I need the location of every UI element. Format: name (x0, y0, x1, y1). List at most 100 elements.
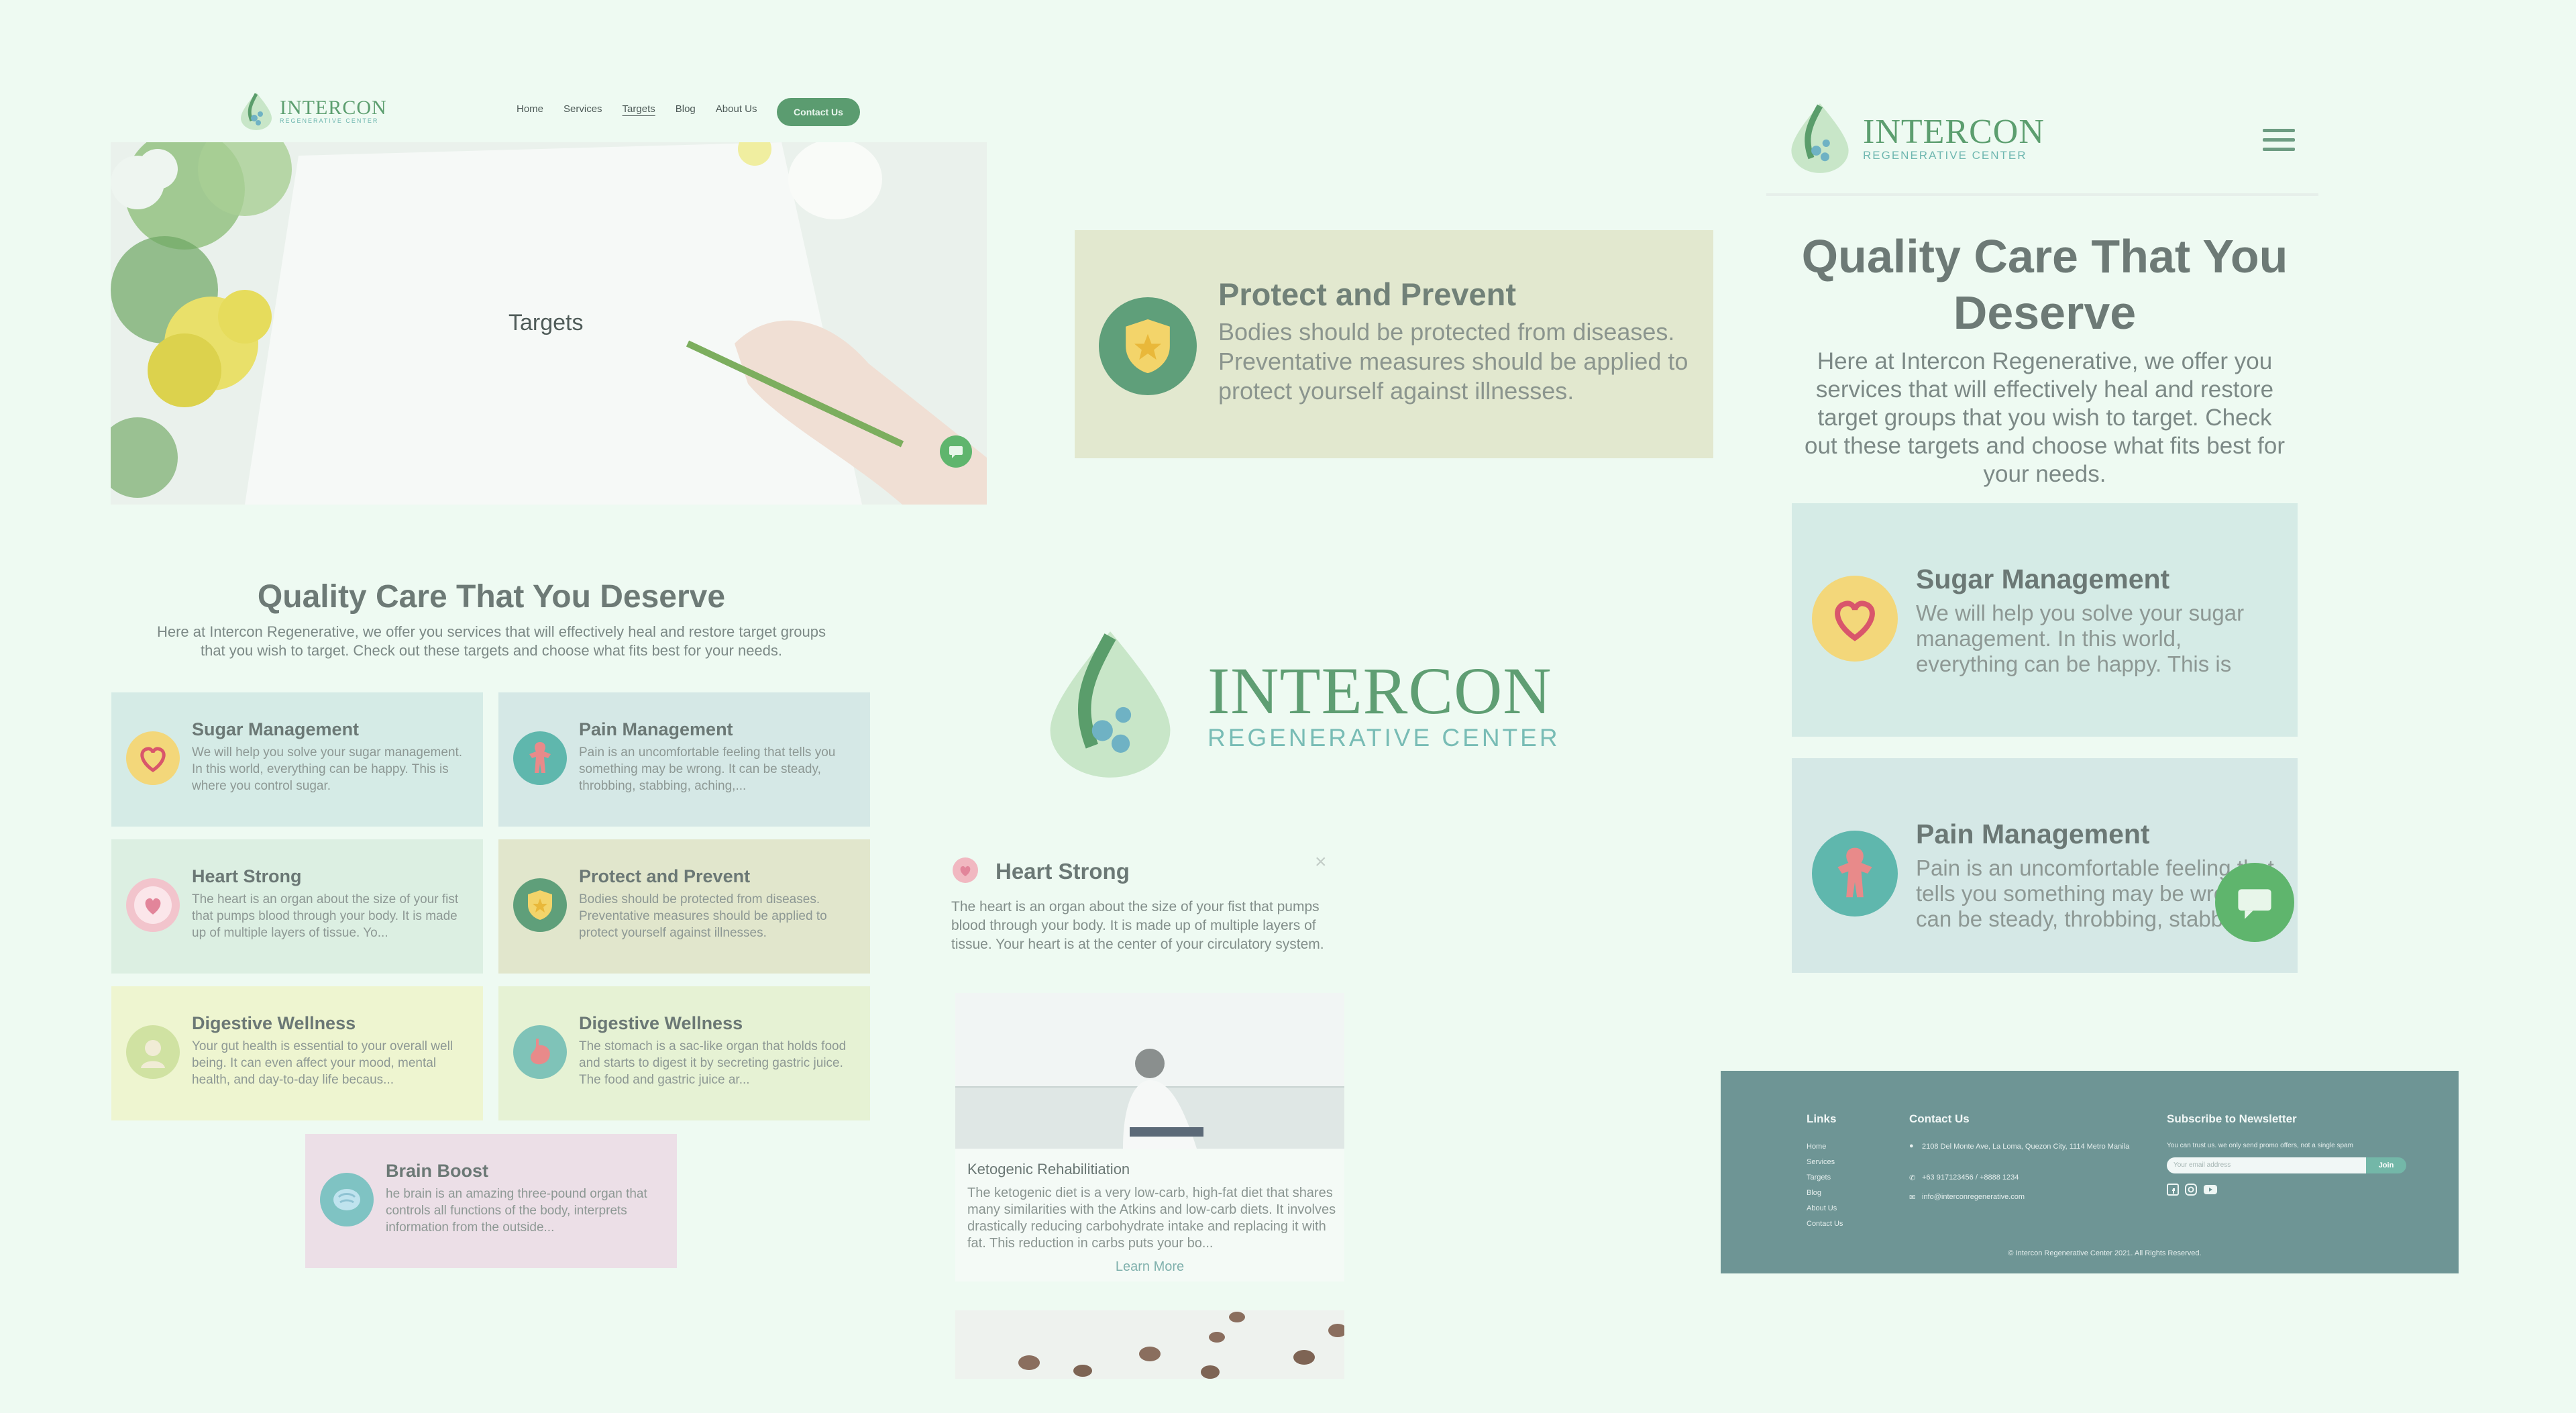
card-title: Pain Management (579, 719, 733, 739)
card-title: Digestive Wellness (579, 1013, 743, 1033)
sugar-heart-icon (126, 731, 180, 785)
mobile-card-sugar-management[interactable]: Sugar Management We will help you solve … (1792, 503, 2298, 737)
card-heart-strong[interactable]: Heart Strong The heart is an organ about… (111, 839, 483, 974)
intercon-drop-icon (241, 93, 272, 130)
card-pain-management[interactable]: Pain Management Pain is an uncomfortable… (498, 692, 870, 827)
mobile-header: INTERCON REGENERATIVE CENTER (1766, 87, 2318, 196)
hero-title: Targets (508, 310, 584, 335)
brain-icon (320, 1173, 374, 1226)
footer-address: 2108 Del Monte Ave, La Loma, Quezon City… (1922, 1143, 2130, 1151)
card-title: Sugar Management (192, 719, 360, 739)
chat-icon (949, 446, 963, 458)
card-description: Pain is an uncomfortable feeling that te… (579, 745, 836, 793)
section-subheading: Here at Intercon Regenerative, we offer … (156, 623, 826, 659)
email-icon: ✉ (1909, 1194, 1916, 1202)
card-digestive-wellness-gut[interactable]: Digestive Wellness Your gut health is es… (111, 986, 483, 1120)
intercon-logo-large: INTERCON REGENERATIVE CENTER (1040, 624, 1560, 785)
chat-button[interactable] (2215, 863, 2294, 942)
footer-link-contact[interactable]: Contact Us (1807, 1216, 1843, 1232)
instagram-icon[interactable] (2185, 1184, 2197, 1196)
mobile-heading: Quality Care That You Deserve (1801, 230, 2288, 339)
logo-name: INTERCON (1208, 653, 1552, 728)
card-brain-boost[interactable]: Brain Boost he brain is an amazing three… (305, 1134, 677, 1268)
shield-icon (1099, 297, 1197, 395)
footer-email[interactable]: info@interconregenerative.com (1922, 1193, 2025, 1201)
heart-icon (953, 857, 978, 883)
mobile-logo[interactable]: INTERCON REGENERATIVE CENTER (1786, 101, 2045, 176)
body-pain-icon (513, 731, 567, 785)
youtube-icon[interactable] (2203, 1184, 2218, 1196)
footer-links-title: Links (1807, 1112, 1837, 1125)
feature-card-protect-prevent[interactable]: Protect and Prevent Bodies should be pro… (1075, 230, 1713, 458)
card-title: Sugar Management (1916, 564, 2170, 594)
card-description: he brain is an amazing three-pound organ… (386, 1187, 647, 1235)
desktop-nav-links: Home Services Targets Blog About Us (517, 103, 777, 115)
card-title: Protect and Prevent (579, 866, 751, 886)
footer-link-targets[interactable]: Targets (1807, 1170, 1843, 1186)
heart-strong-modal: Heart Strong × The heart is an organ abo… (946, 845, 1348, 1382)
article-image-coffee-beans (955, 1310, 1344, 1379)
nav-about[interactable]: About Us (716, 103, 757, 115)
chat-icon (2238, 889, 2271, 919)
nav-services[interactable]: Services (564, 103, 602, 115)
mobile-view: INTERCON REGENERATIVE CENTER Quality Car… (1766, 87, 2318, 973)
phone-icon: ✆ (1909, 1174, 1916, 1182)
footer-contact-title: Contact Us (1909, 1112, 1970, 1125)
card-title: Digestive Wellness (192, 1013, 356, 1033)
learn-more-link[interactable]: Learn More (955, 1259, 1344, 1275)
close-icon[interactable]: × (1315, 851, 1327, 874)
footer-link-services[interactable]: Services (1807, 1155, 1843, 1170)
modal-title: Heart Strong (996, 859, 1130, 884)
desktop-logo[interactable]: INTERCON REGENERATIVE CENTER (238, 91, 387, 132)
footer-link-about[interactable]: About Us (1807, 1201, 1843, 1216)
hamburger-menu-icon[interactable] (2263, 129, 2295, 154)
shield-icon (513, 878, 567, 932)
hero-banner: Targets (111, 142, 987, 505)
card-digestive-wellness-stomach[interactable]: Digestive Wellness The stomach is a sac-… (498, 986, 870, 1120)
card-description: Bodies should be protected from diseases… (579, 892, 827, 940)
card-sugar-management[interactable]: Sugar Management We will help you solve … (111, 692, 483, 827)
footer-link-home[interactable]: Home (1807, 1139, 1843, 1155)
newsletter-title: Subscribe to Newsletter (2167, 1112, 2297, 1125)
card-title: Heart Strong (192, 866, 302, 886)
newsletter-join-button[interactable]: Join (2366, 1157, 2406, 1173)
sugar-heart-icon (1812, 576, 1898, 662)
mobile-subheading: Here at Intercon Regenerative, we offer … (1805, 348, 2285, 487)
body-pain-icon (1812, 831, 1898, 917)
card-description: We will help you solve your sugar manage… (1916, 600, 2245, 676)
modal-description: The heart is an organ about the size of … (951, 899, 1324, 952)
logo-name: INTERCON (1863, 112, 2045, 151)
footer-copyright: © Intercon Regenerative Center 2021. All… (2008, 1249, 2202, 1257)
card-description: Your gut health is essential to your ove… (192, 1039, 453, 1087)
card-title: Pain Management (1916, 819, 2150, 849)
chat-button[interactable] (940, 435, 972, 468)
intercon-drop-icon (1050, 631, 1171, 778)
card-protect-prevent[interactable]: Protect and Prevent Bodies should be pro… (498, 839, 870, 974)
card-description: The stomach is a sac-like organ that hol… (579, 1039, 847, 1087)
intercon-drop-icon (1791, 103, 1849, 173)
card-description: We will help you solve your sugar manage… (192, 745, 463, 793)
facebook-icon[interactable] (2167, 1184, 2179, 1196)
heart-icon (126, 878, 180, 932)
article-image (955, 993, 1344, 1149)
card-title: Brain Boost (386, 1161, 489, 1181)
location-pin-icon: ● (1909, 1142, 1914, 1150)
article-title: Ketogenic Rehabilitiation (967, 1161, 1130, 1178)
person-icon (126, 1025, 180, 1079)
stomach-icon (513, 1025, 567, 1079)
card-description: The heart is an organ about the size of … (192, 892, 459, 940)
logo-tagline: REGENERATIVE CENTER (1208, 723, 1560, 751)
social-icons (2167, 1184, 2218, 1196)
feature-card-description: Bodies should be protected from diseases… (1218, 318, 1688, 405)
logo-tagline: REGENERATIVE CENTER (280, 117, 379, 125)
newsletter-email-input[interactable]: Your email address (2167, 1157, 2368, 1173)
newsletter-note: You can trust us. we only send promo off… (2167, 1142, 2353, 1149)
nav-home[interactable]: Home (517, 103, 543, 115)
contact-us-button[interactable]: Contact Us (777, 98, 860, 126)
site-footer: Links Home Services Targets Blog About U… (1721, 1071, 2459, 1273)
article-card[interactable]: Ketogenic Rehabilitiation The ketogenic … (955, 993, 1344, 1281)
footer-link-blog[interactable]: Blog (1807, 1186, 1843, 1201)
nav-blog[interactable]: Blog (676, 103, 696, 115)
nav-targets[interactable]: Targets (623, 103, 655, 115)
logo-tagline: REGENERATIVE CENTER (1863, 148, 2027, 162)
